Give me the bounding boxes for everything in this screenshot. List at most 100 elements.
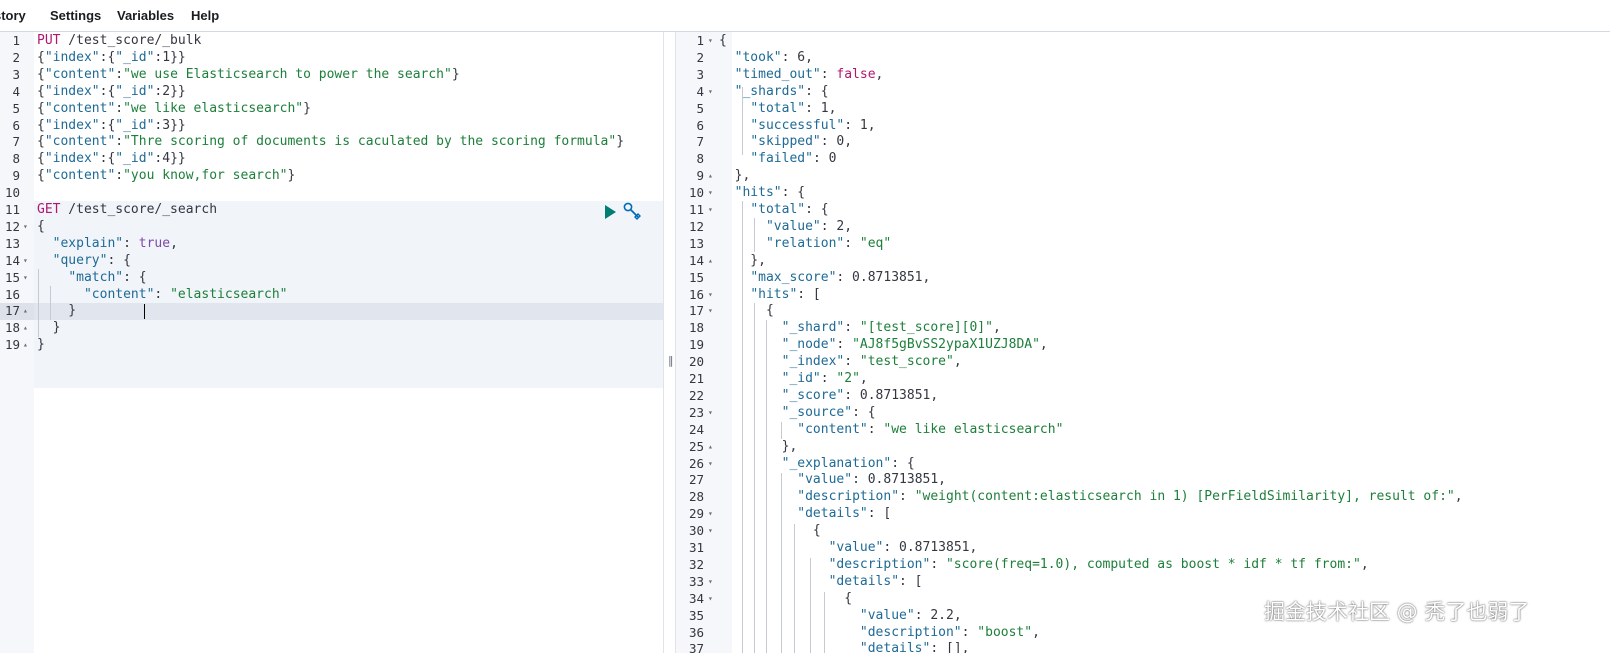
code-token: { xyxy=(719,523,821,539)
line-number: 19 xyxy=(4,337,20,353)
line-number: 13 xyxy=(688,235,704,251)
code-token: "index" xyxy=(44,117,100,133)
code-line: "match": { xyxy=(37,269,146,286)
line-number: 1 xyxy=(696,33,704,48)
fold-toggle-icon[interactable]: ▴ xyxy=(708,438,713,455)
code-token: "test_score" xyxy=(859,354,954,370)
fold-toggle-icon[interactable]: ▴ xyxy=(708,167,713,184)
fold-toggle-icon[interactable]: ▾ xyxy=(708,573,713,590)
fold-toggle-icon[interactable]: ▾ xyxy=(708,201,713,218)
active-line-highlight xyxy=(34,303,663,320)
fold-toggle-icon[interactable]: ▾ xyxy=(708,404,713,421)
code-token: : xyxy=(115,100,124,116)
fold-toggle-icon[interactable]: ▾ xyxy=(708,286,713,303)
fold-toggle-icon[interactable]: ▴ xyxy=(23,302,28,319)
line-number: 35 xyxy=(688,607,704,623)
code-token: "_score" xyxy=(781,387,845,403)
code-token: : 1, xyxy=(805,100,837,116)
line-number: 23 xyxy=(688,404,704,420)
code-token: :1}} xyxy=(154,49,186,65)
resize-grip-icon[interactable]: ‖ xyxy=(668,354,674,367)
code-token: "_id" xyxy=(115,117,155,133)
code-token: "description" xyxy=(859,624,962,640)
line-number: 14 xyxy=(4,252,20,268)
code-token: : xyxy=(844,235,860,251)
code-line: "hits": { xyxy=(719,184,805,201)
request-editor[interactable]: 1 PUT /test_score/_bulk 2 {"index":{"_id":1… xyxy=(0,32,663,653)
line-number: 17 xyxy=(688,303,704,319)
code-line: "_score": 0.8713851, xyxy=(719,387,939,404)
line-number: 22 xyxy=(688,387,704,403)
line-number: 31 xyxy=(688,540,704,555)
play-icon[interactable] xyxy=(605,205,616,219)
line-number: 3 xyxy=(696,66,704,82)
code-token: : 0, xyxy=(820,134,853,150)
fold-toggle-icon[interactable]: ▾ xyxy=(708,522,713,539)
code-token: "explain" xyxy=(52,235,124,251)
code-token: : xyxy=(867,421,884,437)
code-token: "details" xyxy=(828,573,900,589)
code-token: : 6, xyxy=(781,49,813,65)
fold-toggle-icon[interactable]: ▾ xyxy=(23,218,28,235)
menu-variables[interactable]: Variables xyxy=(117,8,174,23)
code-token: "value" xyxy=(828,540,884,555)
text-cursor xyxy=(144,304,145,319)
fold-toggle-icon[interactable]: ▾ xyxy=(708,505,713,522)
wrench-icon[interactable] xyxy=(622,201,642,221)
code-token: , xyxy=(1039,337,1048,353)
fold-toggle-icon[interactable]: ▾ xyxy=(708,83,713,100)
code-token: : xyxy=(123,235,139,251)
fold-toggle-icon[interactable]: ▾ xyxy=(23,269,28,286)
code-token: : xyxy=(820,371,837,386)
code-token: "max_score" xyxy=(750,269,837,285)
menu-settings[interactable]: Settings xyxy=(50,8,101,23)
code-token: } xyxy=(37,337,45,353)
code-token: : xyxy=(115,66,124,82)
line-number: 8 xyxy=(12,151,20,167)
menu-history[interactable]: story xyxy=(0,8,26,23)
code-token: "content" xyxy=(44,134,116,150)
code-token: { xyxy=(37,134,45,150)
response-viewer[interactable]: 1 ▾{2 "took": 6, 3 "timed_out": false, 4 ▾ "… xyxy=(676,32,1610,653)
fold-toggle-icon[interactable]: ▴ xyxy=(708,252,713,269)
code-token: { xyxy=(37,100,45,116)
line-number: 28 xyxy=(688,489,704,505)
fold-toggle-icon[interactable]: ▾ xyxy=(708,590,713,607)
fold-toggle-icon[interactable]: ▾ xyxy=(708,302,713,319)
code-line: }, xyxy=(719,167,751,184)
fold-toggle-icon[interactable]: ▴ xyxy=(23,336,28,353)
fold-toggle-icon[interactable]: ▾ xyxy=(23,252,28,269)
code-line: {"index":{"_id":4}} xyxy=(37,150,186,167)
code-line: {"content":"Thre scoring of documents is… xyxy=(37,133,624,150)
code-token: : [ xyxy=(797,286,821,302)
line-number: 16 xyxy=(688,286,704,302)
code-token: :{ xyxy=(99,83,116,99)
pane-resizer[interactable]: ‖ xyxy=(663,32,676,653)
code-token: "_node" xyxy=(781,337,837,353)
code-line: }, xyxy=(719,438,798,455)
code-line: "details": [ xyxy=(719,505,891,522)
line-number: 33 xyxy=(688,573,704,589)
indent-guide xyxy=(38,269,39,337)
fold-toggle-icon[interactable]: ▾ xyxy=(708,32,713,49)
fold-toggle-icon[interactable]: ▾ xyxy=(708,184,713,201)
code-token: "relation" xyxy=(765,235,845,251)
menu-help[interactable]: Help xyxy=(191,8,219,23)
fold-toggle-icon[interactable]: ▾ xyxy=(708,455,713,472)
code-token: :{ xyxy=(99,117,116,133)
code-line: {"content":"we use Elasticsearch to powe… xyxy=(37,66,460,83)
code-line: "description": "score(freq=1.0), compute… xyxy=(719,556,1369,573)
code-token: } xyxy=(37,320,61,336)
code-line: "content": "elasticsearch" xyxy=(37,286,288,303)
code-token: "value" xyxy=(765,218,821,234)
fold-toggle-icon[interactable]: ▴ xyxy=(23,319,28,336)
